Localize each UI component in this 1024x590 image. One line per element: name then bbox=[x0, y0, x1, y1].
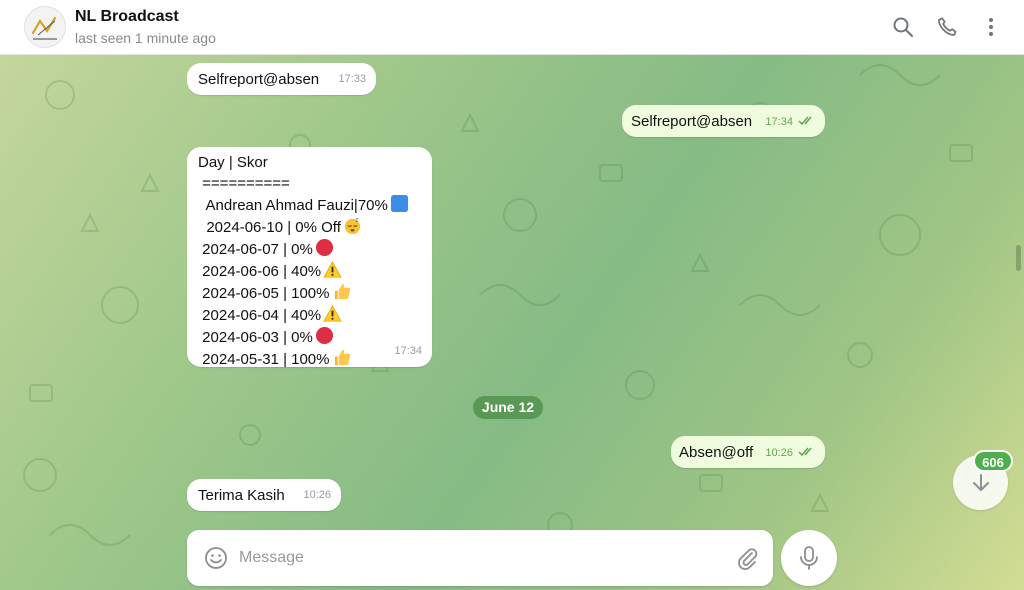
report-line: Andrean Ahmad Fauzi|70% bbox=[198, 194, 409, 216]
report-line: 2024-06-07 | 0% bbox=[198, 238, 409, 260]
warning-icon bbox=[323, 261, 342, 278]
doodle-pattern bbox=[23, 64, 995, 546]
double-check-icon bbox=[798, 447, 812, 457]
phone-icon[interactable] bbox=[934, 14, 960, 40]
message-time: 10:26 bbox=[303, 489, 331, 501]
message-meta: 10:26 bbox=[765, 443, 815, 464]
message-incoming-report[interactable]: Day | Skor ========== Andrean Ahmad Fauz… bbox=[187, 147, 432, 370]
avatar[interactable] bbox=[24, 6, 66, 48]
chat-background bbox=[0, 55, 1024, 590]
message-outgoing[interactable]: Absen@off 10:26 bbox=[671, 436, 825, 468]
message-outgoing[interactable]: Selfreport@absen 17:34 bbox=[622, 105, 825, 137]
message-incoming[interactable]: Selfreport@absen 17:33 bbox=[187, 63, 376, 95]
date-separator[interactable]: June 12 bbox=[473, 396, 543, 419]
report-line: 2024-06-04 | 40% bbox=[198, 304, 409, 326]
report-line: ========== bbox=[198, 175, 290, 192]
message-text: Selfreport@absen bbox=[198, 71, 320, 88]
message-time: 17:33 bbox=[338, 73, 366, 85]
search-icon[interactable] bbox=[890, 14, 916, 40]
chat-scrollbar[interactable] bbox=[1016, 245, 1021, 271]
report-line: 2024-06-10 | 0% Off z bbox=[198, 216, 409, 238]
arrow-down-icon bbox=[972, 473, 989, 491]
red-circle-icon bbox=[315, 238, 333, 257]
message-time: 17:34 bbox=[394, 345, 422, 357]
thumbs-up-icon bbox=[334, 349, 350, 366]
report-line: 2024-06-06 | 40% bbox=[198, 260, 409, 282]
sleeping-face-icon: z bbox=[344, 218, 360, 235]
report-line: 2024-06-03 | 0% bbox=[198, 326, 409, 348]
message-composer bbox=[187, 530, 773, 586]
attach-icon[interactable] bbox=[734, 545, 760, 571]
svg-text:z: z bbox=[355, 218, 358, 224]
last-seen-status: last seen 1 minute ago bbox=[75, 30, 216, 46]
report-line: 2024-06-05 | 100% bbox=[198, 282, 409, 304]
message-time: 10:26 bbox=[765, 447, 793, 459]
chat-title[interactable]: NL Broadcast bbox=[75, 8, 179, 26]
thumbs-up-icon bbox=[334, 283, 350, 300]
microphone-icon bbox=[800, 546, 818, 570]
report-line: 2024-05-31 | 100% bbox=[198, 348, 409, 370]
voice-record-button[interactable] bbox=[781, 530, 837, 586]
unread-badge: 606 bbox=[973, 450, 1013, 472]
message-incoming[interactable]: Terima Kasih 10:26 bbox=[187, 479, 341, 511]
chat-header: NL Broadcast last seen 1 minute ago bbox=[0, 0, 1024, 55]
report-line: Day | Skor bbox=[198, 154, 268, 171]
message-text: Terima Kasih bbox=[198, 487, 285, 504]
red-circle-icon bbox=[315, 326, 333, 345]
warning-icon bbox=[323, 305, 342, 322]
message-text: Absen@off bbox=[679, 444, 754, 461]
double-check-icon bbox=[798, 116, 812, 126]
more-vertical-icon[interactable] bbox=[978, 14, 1004, 40]
message-text: Selfreport@absen bbox=[631, 113, 753, 130]
emoji-icon[interactable] bbox=[203, 545, 229, 571]
message-meta: 17:34 bbox=[765, 112, 815, 133]
message-time: 17:34 bbox=[765, 116, 793, 128]
message-input[interactable] bbox=[239, 544, 709, 572]
message-text: Day | Skor ========== Andrean Ahmad Fauz… bbox=[198, 152, 409, 370]
blue-square-icon bbox=[390, 194, 408, 213]
logo-icon bbox=[31, 16, 57, 40]
